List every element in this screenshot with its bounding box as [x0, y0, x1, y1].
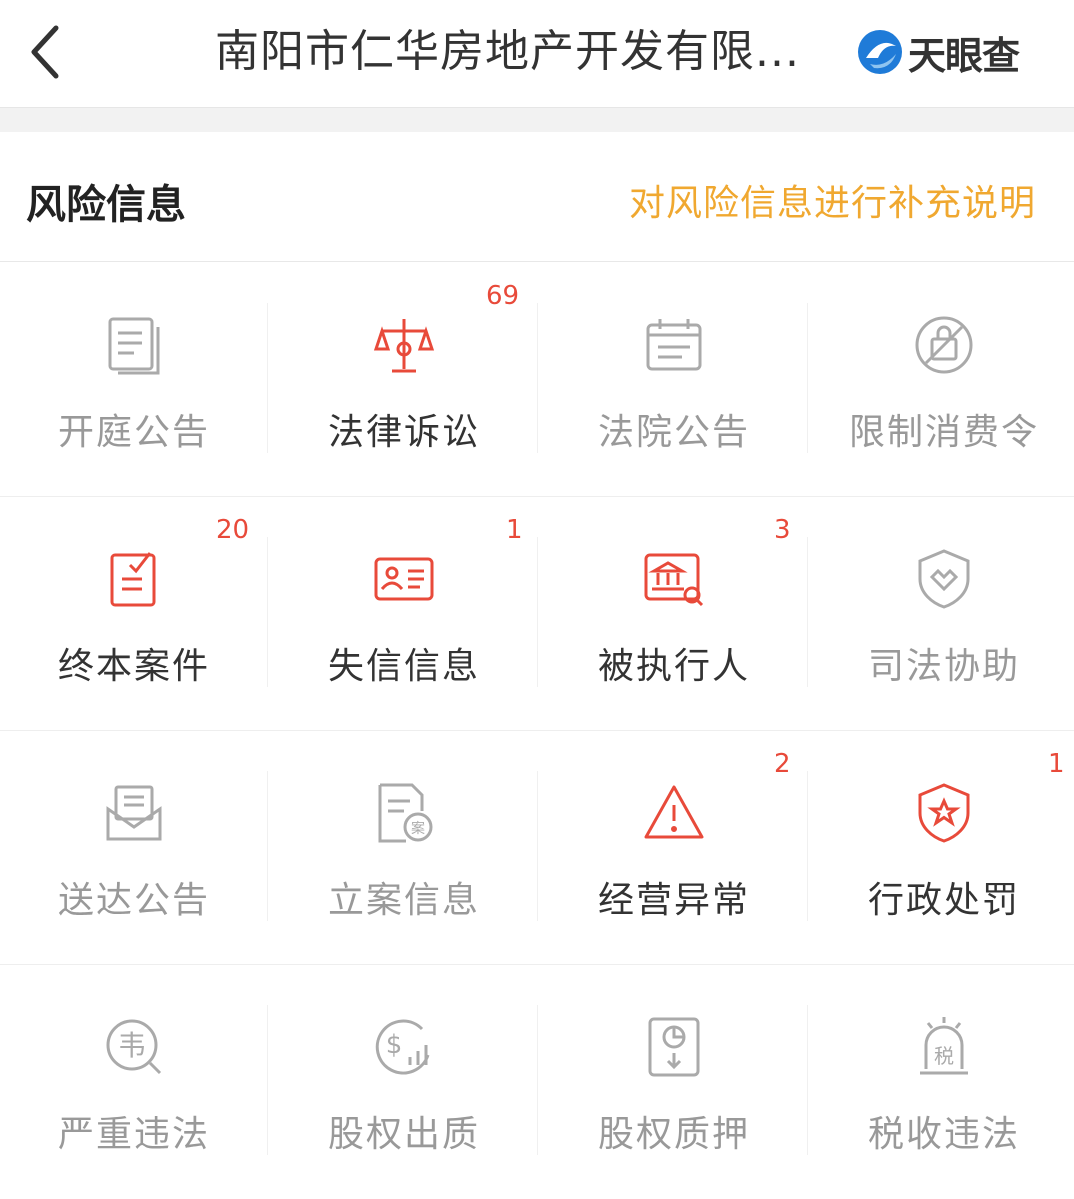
id-card-icon — [374, 557, 434, 601]
grid-item-consumption-restriction[interactable]: 限制消费令 — [810, 263, 1074, 497]
svg-text:韦: 韦 — [118, 1029, 146, 1062]
grid-item-label: 开庭公告 — [57, 412, 210, 453]
case-file-icon: 案 — [378, 783, 433, 843]
badge-star-icon — [918, 783, 970, 843]
calendar-notice-icon — [646, 319, 702, 371]
svg-text:税: 税 — [934, 1044, 954, 1068]
grid-item-label: 法律诉讼 — [327, 412, 480, 453]
count-badge: 3 — [774, 515, 791, 545]
grid-item-label: 失信信息 — [327, 646, 480, 687]
count-badge: 69 — [486, 281, 520, 311]
grid-item-filing-info[interactable]: 案 立案信息 — [270, 731, 538, 965]
no-shopping-icon — [915, 316, 973, 374]
grid-item-serious-violation[interactable]: 韦 严重违法 — [0, 965, 268, 1199]
grid-item-administrative-penalty[interactable]: 1 行政处罚 — [810, 731, 1074, 965]
grid-item-dishonest[interactable]: 1 失信信息 — [270, 497, 538, 731]
grid-row: 开庭公告 69 法律诉讼 法院公告 限制消费令 — [0, 263, 1074, 497]
grid-item-label: 限制消费令 — [848, 412, 1039, 453]
grid-item-service-notice[interactable]: 送达公告 — [0, 731, 268, 965]
clipboard-check-icon — [110, 552, 156, 607]
back-arrow-icon[interactable] — [22, 20, 72, 84]
supplement-link[interactable]: 对风险信息进行补充说明 — [629, 174, 1036, 226]
grid-item-tax-violation[interactable]: 税 税收违法 — [810, 965, 1074, 1199]
grid-item-label: 司法协助 — [867, 646, 1020, 687]
grid-item-final-case[interactable]: 20 终本案件 — [0, 497, 268, 731]
tax-alarm-icon: 税 — [920, 1017, 968, 1075]
tianyancha-logo-icon — [858, 30, 902, 74]
grid-item-court-notice[interactable]: 法院公告 — [540, 263, 808, 497]
grid-item-label: 经营异常 — [597, 880, 750, 921]
svg-text:$: $ — [386, 1030, 403, 1060]
grid-item-label: 税收违法 — [867, 1114, 1020, 1155]
grid-item-lawsuit[interactable]: 69 法律诉讼 — [270, 263, 538, 497]
count-badge: 1 — [1048, 749, 1065, 779]
risk-section-header: 风险信息 对风险信息进行补充说明 — [0, 132, 1074, 262]
section-gap — [0, 108, 1074, 132]
grid-item-label: 立案信息 — [327, 880, 480, 921]
grid-item-judicial-assistance[interactable]: 司法协助 — [810, 497, 1074, 731]
brand-name: 天眼查 — [908, 33, 1020, 78]
court-search-icon — [644, 553, 704, 607]
count-badge: 20 — [216, 515, 250, 545]
scales-icon — [373, 319, 435, 373]
count-badge: 2 — [774, 749, 791, 779]
grid-row: 送达公告 案 立案信息 2 经营异常 1 行政处罚 — [0, 731, 1074, 965]
grid-row: 韦 严重违法 $ 股权出质 股权质押 税 税收违法 — [0, 965, 1074, 1199]
grid-row: 20 终本案件 1 失信信息 3 被执行人 司法协助 — [0, 497, 1074, 731]
warning-icon — [644, 785, 704, 839]
violation-search-icon: 韦 — [106, 1019, 162, 1075]
grid-item-label: 严重违法 — [57, 1114, 210, 1155]
document-list-icon — [108, 317, 160, 375]
pie-download-icon — [648, 1017, 700, 1077]
svg-text:案: 案 — [411, 820, 425, 837]
grid-item-label: 终本案件 — [57, 646, 210, 687]
grid-item-equity-pledge-out[interactable]: $ 股权出质 — [270, 965, 538, 1199]
brand: 天眼查 — [856, 26, 1020, 78]
top-bar: 南阳市仁华房地产开发有限... 天眼查 — [0, 0, 1074, 108]
count-badge: 1 — [506, 515, 523, 545]
grid-item-label: 送达公告 — [57, 880, 210, 921]
grid-item-label: 法院公告 — [597, 412, 750, 453]
grid-item-executed-person[interactable]: 3 被执行人 — [540, 497, 808, 731]
dollar-chart-icon: $ — [375, 1019, 430, 1075]
grid-item-label: 行政处罚 — [867, 880, 1020, 921]
grid-item-label: 股权质押 — [597, 1114, 750, 1155]
risk-grid: 开庭公告 69 法律诉讼 法院公告 限制消费令 20 终本案件 1 失信信息 3… — [0, 263, 1074, 1155]
grid-item-court-session[interactable]: 开庭公告 — [0, 263, 268, 497]
grid-item-label: 被执行人 — [597, 646, 750, 687]
grid-item-label: 股权出质 — [327, 1114, 480, 1155]
section-title: 风险信息 — [26, 182, 186, 228]
grid-item-business-abnormal[interactable]: 2 经营异常 — [540, 731, 808, 965]
grid-item-equity-pledge[interactable]: 股权质押 — [540, 965, 808, 1199]
envelope-icon — [106, 785, 162, 841]
shield-heart-icon — [918, 549, 970, 609]
page-title: 南阳市仁华房地产开发有限... — [215, 26, 800, 77]
